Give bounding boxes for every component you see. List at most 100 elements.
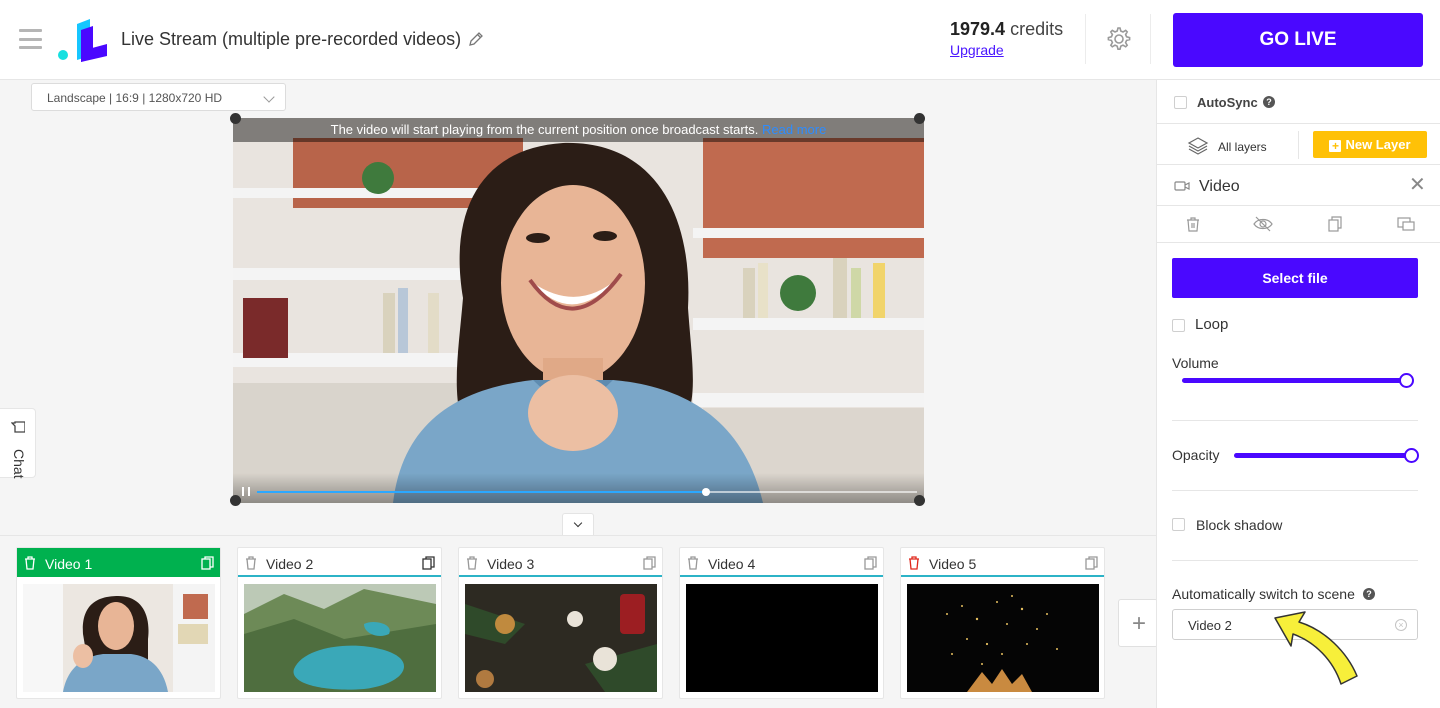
all-layers-button[interactable]: All layers [1187, 133, 1297, 161]
divider [1157, 164, 1440, 165]
copy-icon[interactable] [201, 556, 214, 570]
resize-handle-top-left[interactable] [230, 113, 241, 124]
scene-header: Video 4 [680, 548, 883, 577]
new-layer-label: New Layer [1345, 137, 1411, 152]
trash-icon[interactable] [466, 556, 478, 570]
resize-handle-bottom-right[interactable] [914, 495, 925, 506]
scene-header: Video 1 [17, 548, 220, 577]
opacity-label: Opacity [1172, 447, 1220, 463]
divider [1157, 205, 1440, 206]
scene-name: Video 4 [708, 556, 756, 572]
notice-text: The video will start playing from the cu… [330, 122, 759, 137]
gear-icon[interactable] [1105, 25, 1133, 53]
select-file-button[interactable]: Select file [1172, 258, 1418, 298]
divider [1298, 131, 1299, 159]
video-frame-image [233, 118, 924, 503]
scene-thumbnail [244, 584, 436, 692]
scene-card[interactable]: Video 3 [458, 547, 663, 699]
scene-thumbnail [686, 584, 878, 692]
scene-name: Video 2 [266, 556, 314, 572]
seek-bar-progress [257, 491, 706, 493]
layer-title: Video [1199, 178, 1240, 195]
loop-label: Loop [1195, 316, 1229, 333]
chat-label: Chat [11, 449, 27, 479]
scene-card[interactable]: Video 4 [679, 547, 884, 699]
trash-icon[interactable] [908, 556, 920, 570]
opacity-slider[interactable] [1234, 448, 1419, 463]
scene-card[interactable]: Video 2 [237, 547, 442, 699]
collapse-scenes-button[interactable] [562, 513, 594, 535]
layer-header: Video ✕ [1157, 166, 1440, 206]
broadcast-notice: The video will start playing from the cu… [233, 118, 924, 142]
copy-icon[interactable] [1085, 556, 1098, 570]
plus-icon: + [1132, 610, 1147, 637]
hamburger-menu-icon[interactable] [19, 29, 42, 49]
resize-handle-top-right[interactable] [914, 113, 925, 124]
divider [1172, 560, 1418, 561]
divider [1157, 242, 1440, 243]
go-live-button[interactable]: GO LIVE [1173, 13, 1423, 67]
opacity-slider-handle[interactable] [1404, 448, 1419, 463]
chevron-down-icon [573, 518, 583, 528]
volume-slider-handle[interactable] [1399, 373, 1414, 388]
scene-card[interactable]: Video 1 [16, 547, 221, 699]
volume-label: Volume [1172, 355, 1219, 371]
help-icon[interactable]: ? [1263, 96, 1275, 108]
seek-bar[interactable] [257, 488, 917, 496]
clear-icon[interactable]: × [1395, 619, 1407, 631]
copy-icon[interactable] [422, 556, 435, 570]
volume-slider[interactable] [1182, 373, 1414, 388]
resolution-select[interactable]: Landscape | 16:9 | 1280x720 HD [31, 83, 286, 111]
credits-unit: credits [1010, 19, 1064, 39]
chevron-down-icon [263, 91, 275, 103]
video-camera-icon [1174, 181, 1190, 191]
close-icon[interactable]: ✕ [1409, 175, 1426, 195]
top-bar: Live Stream (multiple pre-recorded video… [0, 0, 1440, 80]
copy-icon[interactable] [1327, 216, 1343, 232]
resize-handle-bottom-left[interactable] [230, 495, 241, 506]
scene-name: Video 1 [45, 556, 93, 572]
hide-eye-icon[interactable] [1253, 216, 1273, 232]
copy-icon[interactable] [864, 556, 877, 570]
scene-thumbnail [23, 584, 215, 692]
scene-card[interactable]: Video 5 [900, 547, 1105, 699]
stream-title: Live Stream (multiple pre-recorded video… [121, 29, 462, 49]
divider [1172, 420, 1418, 421]
header-divider [1085, 14, 1086, 64]
help-icon[interactable]: ? [1363, 588, 1375, 600]
upgrade-link[interactable]: Upgrade [950, 42, 1004, 58]
annotation-arrow [1274, 611, 1358, 685]
scene-name: Video 3 [487, 556, 535, 572]
credits-display: 1979.4 credits [950, 19, 1063, 40]
chat-bubble-icon [11, 421, 25, 433]
scene-name: Video 5 [929, 556, 977, 572]
resolution-select-value: Landscape | 16:9 | 1280x720 HD [47, 91, 223, 105]
trash-icon[interactable] [1185, 216, 1201, 232]
read-more-link[interactable]: Read more [762, 122, 826, 137]
trash-icon[interactable] [687, 556, 699, 570]
scenes-strip: Video 1 Video 2 Video 3 Video 4 Video 5 … [0, 535, 1158, 708]
chat-tab[interactable]: Chat [0, 408, 36, 479]
pencil-icon[interactable] [468, 31, 484, 47]
autosync-label: AutoSync [1197, 95, 1258, 110]
copy-icon[interactable] [643, 556, 656, 570]
autosync-checkbox[interactable] [1174, 96, 1187, 109]
video-preview[interactable]: The video will start playing from the cu… [233, 118, 924, 503]
block-shadow-label: Block shadow [1196, 517, 1283, 533]
scene-header: Video 2 [238, 548, 441, 577]
pause-icon[interactable] [242, 487, 250, 496]
trash-icon[interactable] [245, 556, 257, 570]
scene-thumbnail [907, 584, 1099, 692]
move-to-scene-icon[interactable] [1397, 216, 1415, 232]
credits-value: 1979.4 [950, 19, 1006, 39]
block-shadow-checkbox[interactable] [1172, 518, 1185, 531]
all-layers-label: All layers [1218, 140, 1267, 154]
plus-icon: + [1329, 140, 1342, 152]
scene-header: Video 5 [901, 548, 1104, 577]
app-logo [58, 19, 107, 62]
new-layer-button[interactable]: + New Layer [1313, 131, 1427, 158]
seek-bar-handle[interactable] [701, 488, 710, 496]
loop-checkbox[interactable] [1172, 319, 1185, 332]
add-scene-button[interactable]: + [1118, 599, 1158, 647]
trash-icon[interactable] [24, 556, 36, 570]
